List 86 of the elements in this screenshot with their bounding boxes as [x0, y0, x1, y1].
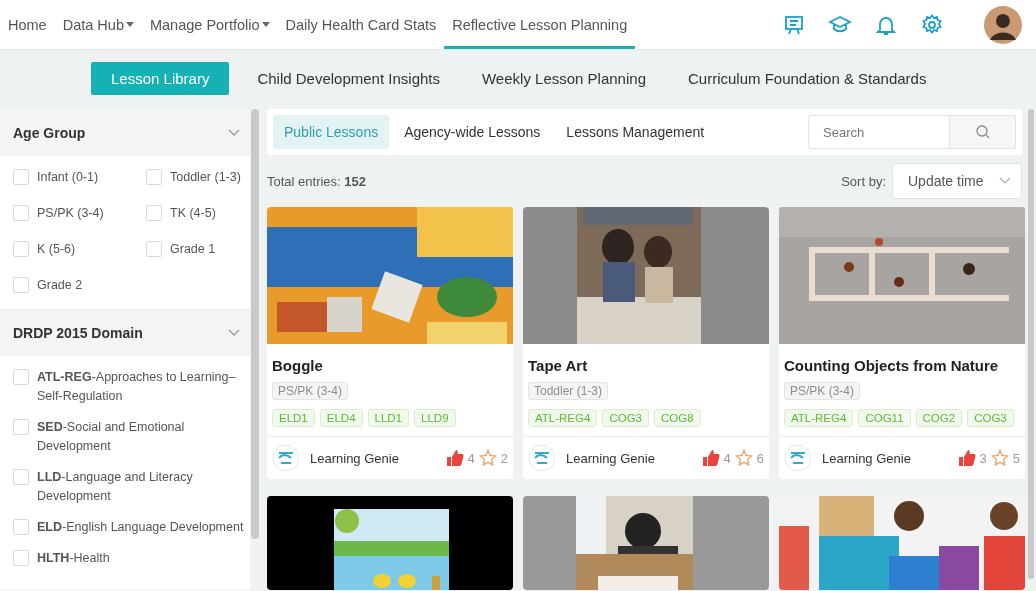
sort-label: Sort by:: [841, 173, 886, 189]
nav-item[interactable]: Reflective Lesson Planning: [444, 0, 636, 49]
age-tag: PS/PK (3-4): [272, 382, 349, 400]
domain-tag: ATL-REG4: [784, 409, 854, 427]
favorite-count: 2: [500, 450, 508, 466]
option-label: K (5-6): [37, 241, 76, 258]
like-count: 4: [723, 450, 731, 466]
star-icon[interactable]: [478, 449, 497, 467]
scrollbar[interactable]: [251, 109, 259, 539]
domain-tag: ELD4: [319, 409, 363, 427]
nav-item[interactable]: Daily Health Card Stats: [277, 0, 445, 49]
option-label: Grade 2: [37, 277, 83, 294]
like-count: 3: [979, 450, 987, 466]
domain-tag: COG3: [602, 409, 649, 427]
checkbox[interactable]: [13, 519, 29, 535]
lesson-card[interactable]: Tape Art Toddler (1-3) ATL-REG4 COG3 COG8 Learning Genie 4 6: [523, 207, 769, 479]
star-icon[interactable]: [734, 449, 753, 467]
checkbox[interactable]: [13, 169, 29, 185]
option-label: SED-Social and Emotional Development: [37, 419, 186, 455]
nav-item[interactable]: Data Hub: [54, 0, 142, 49]
sort-dropdown[interactable]: Update time: [892, 163, 1022, 199]
checkbox[interactable]: [13, 469, 29, 485]
avatar[interactable]: [984, 5, 1022, 44]
checkbox[interactable]: [13, 419, 29, 435]
logo-icon: [528, 444, 556, 472]
search-button[interactable]: [950, 115, 1016, 149]
thumbs-up-icon[interactable]: [957, 449, 976, 467]
star-icon[interactable]: [990, 449, 1009, 467]
option-label: PS/PK (3-4): [37, 205, 104, 222]
sub-tab[interactable]: Weekly Lesson Planning: [468, 61, 660, 95]
checkbox[interactable]: [13, 277, 29, 293]
lesson-tab[interactable]: Agency-wide Lessons: [393, 115, 552, 149]
total-entries: Total entries: 152: [267, 173, 367, 189]
sub-tab[interactable]: Curriculum Foundation & Standards: [674, 61, 941, 95]
domain-tag: COG2: [915, 409, 963, 427]
search-icon: [975, 125, 990, 139]
search-field[interactable]: Search: [808, 115, 950, 149]
author-name: Learning Genie: [566, 450, 655, 466]
domain-tag: ELD1: [272, 409, 315, 427]
option-label: Toddler (1-3): [170, 169, 241, 186]
thumbs-up-icon[interactable]: [701, 449, 720, 467]
domain-tag: ATL-REG4: [528, 409, 598, 427]
nav-item[interactable]: Manage Portfolio: [141, 0, 278, 49]
checkbox[interactable]: [146, 169, 162, 185]
checkbox[interactable]: [146, 205, 162, 221]
author-name: Learning Genie: [310, 450, 399, 466]
filter-header[interactable]: Age Group: [0, 109, 250, 156]
thumbs-up-icon[interactable]: [445, 449, 464, 467]
domain-tag: LLD9: [414, 409, 456, 427]
logo-icon: [272, 444, 300, 472]
favorite-count: 5: [1012, 450, 1020, 466]
option-label: HLTH-Health: [37, 550, 110, 567]
domain-tag: COG3: [967, 409, 1014, 427]
nav-item[interactable]: Home: [0, 0, 55, 49]
lesson-card[interactable]: Boggle PS/PK (3-4) ELD1 ELD4 LLD1 LLD9 Learning Genie 4 2: [267, 207, 513, 479]
option-label: Infant (0-1): [37, 169, 99, 186]
author-name: Learning Genie: [822, 450, 911, 466]
scrollbar[interactable]: [1028, 109, 1034, 579]
domain-tag: COG11: [858, 409, 911, 427]
checkbox[interactable]: [13, 205, 29, 221]
age-tag: PS/PK (3-4): [784, 382, 861, 400]
checkbox[interactable]: [13, 241, 29, 257]
option-label: TK (4-5): [170, 205, 216, 222]
checkbox[interactable]: [146, 241, 162, 257]
domain-tag: LLD1: [367, 409, 410, 427]
filter-header[interactable]: DRDP 2015 Domain: [0, 309, 250, 356]
lesson-title: Counting Objects from Nature: [783, 356, 1000, 376]
lesson-title: Boggle: [271, 356, 324, 376]
like-count: 4: [467, 450, 475, 466]
chevron-icon: [228, 329, 240, 337]
lesson-card[interactable]: Counting Objects from Nature PS/PK (3-4) ATL-REG4 COG11 COG2 COG3 Learning Genie 3 5: [779, 207, 1025, 479]
chevron-icon: [999, 177, 1011, 185]
lesson-title: Tape Art: [527, 356, 589, 376]
option-label: ELD-English Language Development: [37, 519, 244, 536]
lesson-tab[interactable]: Lessons Management: [555, 115, 716, 149]
checkbox[interactable]: [13, 369, 29, 385]
option-label: Grade 1: [170, 241, 216, 258]
age-tag: Toddler (1-3): [528, 382, 609, 400]
sub-tab[interactable]: Child Development Insights: [243, 61, 454, 95]
option-label: ATL-REG-Approaches to Learning–Self-Regulation: [37, 369, 237, 405]
domain-tag: COG8: [654, 409, 701, 427]
logo-icon: [784, 444, 812, 472]
chevron-icon: [228, 129, 240, 137]
checkbox[interactable]: [13, 550, 29, 566]
favorite-count: 6: [756, 450, 764, 466]
option-label: LLD-Language and Literacy Development: [37, 469, 194, 505]
